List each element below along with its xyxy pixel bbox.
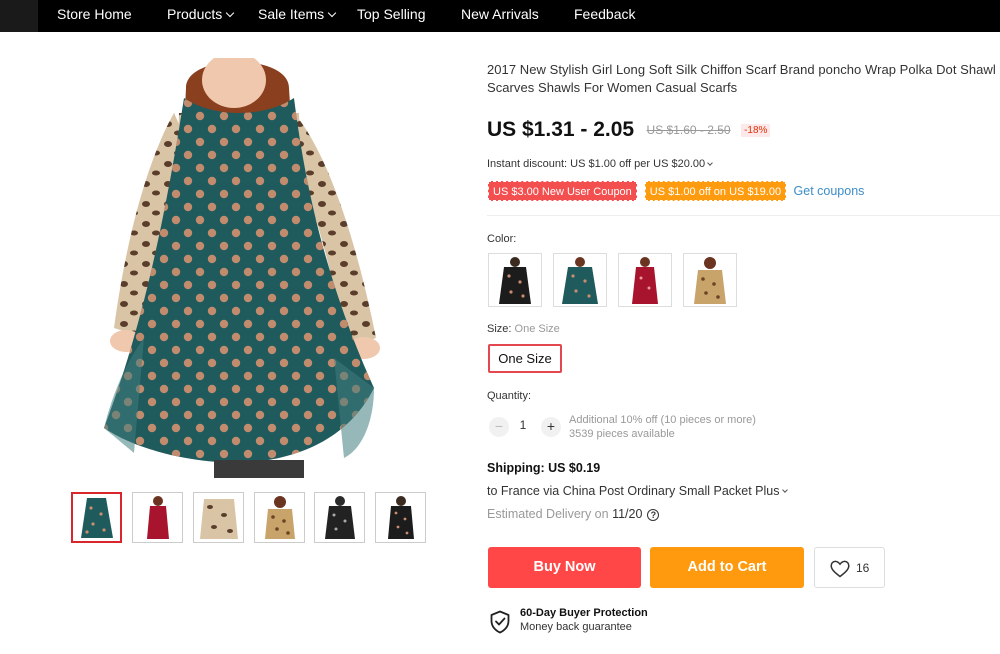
stock-available: 3539 pieces available <box>569 428 675 440</box>
buy-now-button[interactable]: Buy Now <box>488 547 641 588</box>
nav-item-label: Feedback <box>574 6 636 22</box>
new-user-coupon[interactable]: US $3.00 New User Coupon <box>488 181 637 201</box>
add-to-cart-button[interactable]: Add to Cart <box>650 547 804 588</box>
help-icon[interactable]: ? <box>647 509 660 521</box>
quantity-value[interactable]: 1 <box>512 418 534 432</box>
nav-item-label: Store Home <box>57 6 132 22</box>
quantity-label: Quantity: <box>487 390 532 402</box>
size-label-row: Size: One Size <box>487 323 560 335</box>
wishlist-button[interactable]: 16 <box>814 547 885 588</box>
color-swatch-red[interactable] <box>618 253 672 307</box>
thumbnail-5[interactable] <box>314 492 365 543</box>
swatch-image <box>684 254 736 306</box>
heart-icon <box>830 560 850 578</box>
price-row: US $1.31 - 2.05 US $1.60 - 2.50 -18% <box>487 118 771 148</box>
top-nav-bar: Store Home Products Sale Items Top Selli… <box>0 0 1000 32</box>
instant-discount[interactable]: Instant discount: US $1.00 off per US $2… <box>487 158 713 170</box>
size-option-one-size[interactable]: One Size <box>488 344 562 373</box>
main-product-image[interactable] <box>74 58 424 478</box>
thumbnail-2[interactable] <box>132 492 183 543</box>
discount-badge: -18% <box>741 123 771 137</box>
color-swatch-beige[interactable] <box>683 253 737 307</box>
nav-item-store-home[interactable]: Store Home <box>57 0 132 32</box>
shipping-cost: Shipping: US $0.19 <box>487 461 601 475</box>
color-label: Color: <box>487 233 517 245</box>
thumbnail-image <box>194 493 243 542</box>
quantity-increase-button[interactable]: + <box>541 417 561 437</box>
size-selected-value: One Size <box>514 323 560 335</box>
thumbnail-image <box>133 493 182 542</box>
nav-left-shade <box>0 0 38 32</box>
chevron-down-icon <box>226 8 235 18</box>
product-title: 2017 New Stylish Girl Long Soft Silk Chi… <box>487 62 996 95</box>
nav-item-label: New Arrivals <box>461 6 539 22</box>
coupon-row: US $3.00 New User Coupon US $1.00 off on … <box>488 181 864 202</box>
chevron-down-icon <box>707 160 713 166</box>
nav-item-sale-items[interactable]: Sale Items <box>258 0 337 32</box>
thumbnail-image <box>255 493 304 542</box>
quantity-note: Additional 10% off (10 pieces or more) 3… <box>569 413 756 441</box>
shipping-method-selector[interactable]: to France via China Post Ordinary Small … <box>487 484 789 498</box>
nav-item-top-selling[interactable]: Top Selling <box>357 0 426 32</box>
nav-item-label: Products <box>167 6 223 22</box>
current-price: US $1.31 - 2.05 <box>487 118 635 141</box>
shipping-route-text: to France via China Post Ordinary Small … <box>487 484 780 498</box>
swatch-image <box>619 254 671 306</box>
size-label: Size: <box>487 323 512 335</box>
shield-check-icon <box>490 610 510 634</box>
thumbnail-4[interactable] <box>254 492 305 543</box>
thumbnail-3[interactable] <box>193 492 244 543</box>
bulk-discount-note: Additional 10% off (10 pieces or more) <box>569 414 756 426</box>
divider <box>487 215 1000 216</box>
delivery-label: Estimated Delivery on <box>487 507 609 521</box>
original-price: US $1.60 - 2.50 <box>646 123 731 137</box>
color-swatch-black[interactable] <box>488 253 542 307</box>
get-coupons-link[interactable]: Get coupons <box>794 181 865 201</box>
nav-item-label: Sale Items <box>258 6 325 22</box>
color-swatch-teal[interactable] <box>553 253 607 307</box>
chevron-down-icon <box>782 487 789 493</box>
estimated-delivery: Estimated Delivery on 11/20? <box>487 507 660 521</box>
swatch-image <box>489 254 541 306</box>
protection-subtitle: Money back guarantee <box>520 621 632 633</box>
quantity-decrease-button[interactable]: − <box>489 417 509 437</box>
thumbnail-image <box>73 494 120 541</box>
protection-title: 60-Day Buyer Protection <box>520 607 648 619</box>
swatch-image <box>554 254 606 306</box>
thumbnail-1[interactable] <box>71 492 122 543</box>
nav-item-feedback[interactable]: Feedback <box>574 0 635 32</box>
instant-discount-text: Instant discount: US $1.00 off per US $2… <box>487 158 706 170</box>
chevron-down-icon <box>327 8 337 18</box>
store-coupon[interactable]: US $1.00 off on US $19.00 <box>644 181 787 201</box>
thumbnail-image <box>376 493 425 542</box>
thumbnail-6[interactable] <box>375 492 426 543</box>
nav-item-new-arrivals[interactable]: New Arrivals <box>461 0 539 32</box>
wishlist-count: 16 <box>856 561 870 575</box>
scarf-photo-illustration <box>104 58 380 478</box>
nav-item-products[interactable]: Products <box>167 0 235 32</box>
nav-item-label: Top Selling <box>357 6 426 22</box>
delivery-date: 11/20 <box>612 507 643 521</box>
thumbnail-image <box>315 493 364 542</box>
